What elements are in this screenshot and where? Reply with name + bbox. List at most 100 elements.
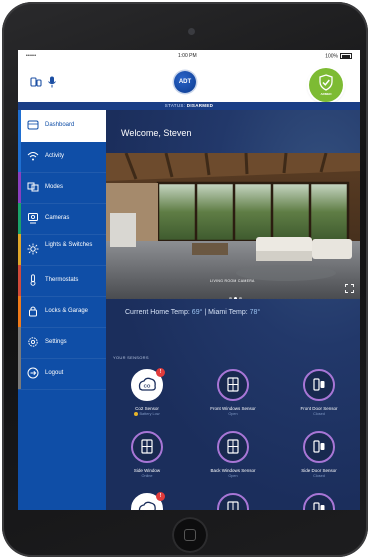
app-header: ADT ARMED <box>18 62 360 102</box>
sensor-status: Battery Low <box>112 412 182 416</box>
gear-icon <box>28 337 38 347</box>
sidebar-item-activity[interactable]: Activity <box>18 141 106 173</box>
window-icon <box>227 501 239 510</box>
home-button[interactable] <box>172 517 208 553</box>
sidebar-nav: Dashboard Activity Modes Cameras Lights <box>18 110 106 510</box>
sidebar-item-settings[interactable]: Settings <box>18 327 106 359</box>
window-icon <box>141 439 153 454</box>
temperature-readout: Current Home Temp: 69° | Miami Temp: 78° <box>125 309 260 316</box>
sensor-name: Front Windows Sensor <box>210 406 256 411</box>
sensor-status: Closed <box>313 474 325 478</box>
modes-icon <box>27 182 39 192</box>
sensor-front-windows[interactable]: Front Windows Sensor Open <box>198 369 268 416</box>
sensor-icon-circle: ! <box>131 492 165 510</box>
sidebar-item-lights[interactable]: Lights & Switches <box>18 234 106 266</box>
sensor-icon-circle: CO ! <box>131 368 165 401</box>
sidebar-item-modes[interactable]: Modes <box>18 172 106 204</box>
battery-indicator: 100% <box>325 53 352 59</box>
ios-status-bar: ••••• 1:00 PM 100% <box>18 50 360 62</box>
sensor-side-door[interactable]: Side Door Sensor Closed <box>284 431 354 478</box>
system-status-bar: STATUS: DISARMED <box>18 102 360 110</box>
clock: 1:00 PM <box>178 53 197 59</box>
shield-check-icon <box>319 74 333 91</box>
sensor-partial-co2[interactable]: ! <box>112 492 182 510</box>
sensor-partial-window[interactable] <box>198 493 268 510</box>
status-value: DISARMED <box>186 103 214 108</box>
warning-icon <box>134 412 139 416</box>
dashboard-icon <box>27 120 39 130</box>
sensors-heading: YOUR SENSORS <box>113 355 149 360</box>
home-temp-label: Current Home Temp: <box>125 309 190 316</box>
sensor-front-door[interactable]: Front Door Sensor Closed <box>284 369 354 416</box>
sidebar-item-logout[interactable]: Logout <box>18 358 106 390</box>
light-icon <box>27 243 39 255</box>
sensor-partial-door[interactable] <box>284 493 354 510</box>
sensor-co2[interactable]: CO ! Co2 Sensor Battery Low <box>112 368 182 416</box>
city-temp-label: Miami Temp: <box>208 309 248 316</box>
sidebar-item-label: Locks & Garage <box>45 308 89 314</box>
sidebar-item-label: Dashboard <box>45 122 75 128</box>
front-camera <box>188 28 195 35</box>
armed-status-button[interactable]: ARMED <box>309 68 343 102</box>
temp-separator: | <box>204 309 207 316</box>
sensor-icon-circle <box>131 431 163 463</box>
sensor-name: Side Door Sensor <box>301 468 337 473</box>
sensor-status: Closed <box>313 412 325 416</box>
sensor-side-window[interactable]: Side Window Online <box>112 431 182 478</box>
armed-label: ARMED <box>320 92 332 96</box>
camera-icon <box>28 213 38 224</box>
sidebar-item-label: Thermostats <box>45 277 79 283</box>
sensor-icon-circle <box>303 369 335 401</box>
sidebar-item-label: Activity <box>45 153 65 159</box>
sensor-name: Side Window <box>133 468 161 473</box>
sensor-status: Open <box>228 412 238 416</box>
status-label: STATUS: <box>164 103 186 108</box>
sidebar-item-thermostats[interactable]: Thermostats <box>18 265 106 297</box>
thermometer-icon <box>30 274 36 286</box>
sidebar-item-label: Settings <box>45 339 67 345</box>
door-sensor-icon <box>313 502 325 510</box>
lock-icon <box>29 306 37 317</box>
sensor-name: Front Door Sensor <box>300 406 338 411</box>
door-sensor-icon <box>313 440 325 453</box>
sensor-status: Open <box>228 474 238 478</box>
window-icon <box>227 377 239 392</box>
sensor-name: Back Windows Sensor <box>210 468 256 473</box>
window-icon <box>227 439 239 454</box>
tablet-frame: ••••• 1:00 PM 100% ADT ARMED STATUS: DIS… <box>2 2 368 557</box>
camera-feed[interactable]: LIVING ROOM CAMERA <box>106 153 360 299</box>
carrier-signal: ••••• <box>26 53 37 59</box>
dashboard-main: Welcome, Steven LIVING ROOM CAMERA Curre… <box>106 110 360 510</box>
app-screen: ••••• 1:00 PM 100% ADT ARMED STATUS: DIS… <box>18 50 360 510</box>
home-temp-value: 69° <box>191 309 203 316</box>
alert-badge: ! <box>156 368 165 377</box>
sensor-status: Online <box>141 474 153 478</box>
sensor-back-windows[interactable]: Back Windows Sensor Open <box>198 431 268 478</box>
sensor-icon-circle <box>217 493 249 510</box>
carousel-dots[interactable] <box>228 287 243 299</box>
sidebar-item-cameras[interactable]: Cameras <box>18 203 106 235</box>
sensor-icon-circle <box>303 431 335 463</box>
sidebar-item-label: Lights & Switches <box>45 242 93 248</box>
door-sensor-icon <box>313 378 325 391</box>
svg-text:CO: CO <box>144 384 151 389</box>
microphone-icon[interactable] <box>47 75 57 93</box>
adt-logo: ADT <box>174 71 196 93</box>
sidebar-item-dashboard[interactable]: Dashboard <box>18 110 106 142</box>
alert-badge: ! <box>156 492 165 501</box>
sidebar-item-locks[interactable]: Locks & Garage <box>18 296 106 328</box>
sidebar-item-label: Cameras <box>45 215 70 221</box>
fullscreen-icon[interactable] <box>345 284 354 293</box>
wifi-icon <box>27 152 39 161</box>
devices-icon[interactable] <box>30 75 42 93</box>
logout-icon <box>27 367 39 379</box>
sensor-icon-circle <box>217 431 249 463</box>
sensor-icon-circle <box>217 369 249 401</box>
city-temp-value: 78° <box>249 309 261 316</box>
sidebar-item-label: Logout <box>45 370 64 376</box>
sensor-icon-circle <box>303 493 335 510</box>
living-room-photo <box>106 153 360 299</box>
sidebar-item-label: Modes <box>45 184 64 190</box>
welcome-heading: Welcome, Steven <box>121 128 192 138</box>
camera-caption: LIVING ROOM CAMERA <box>210 279 255 283</box>
